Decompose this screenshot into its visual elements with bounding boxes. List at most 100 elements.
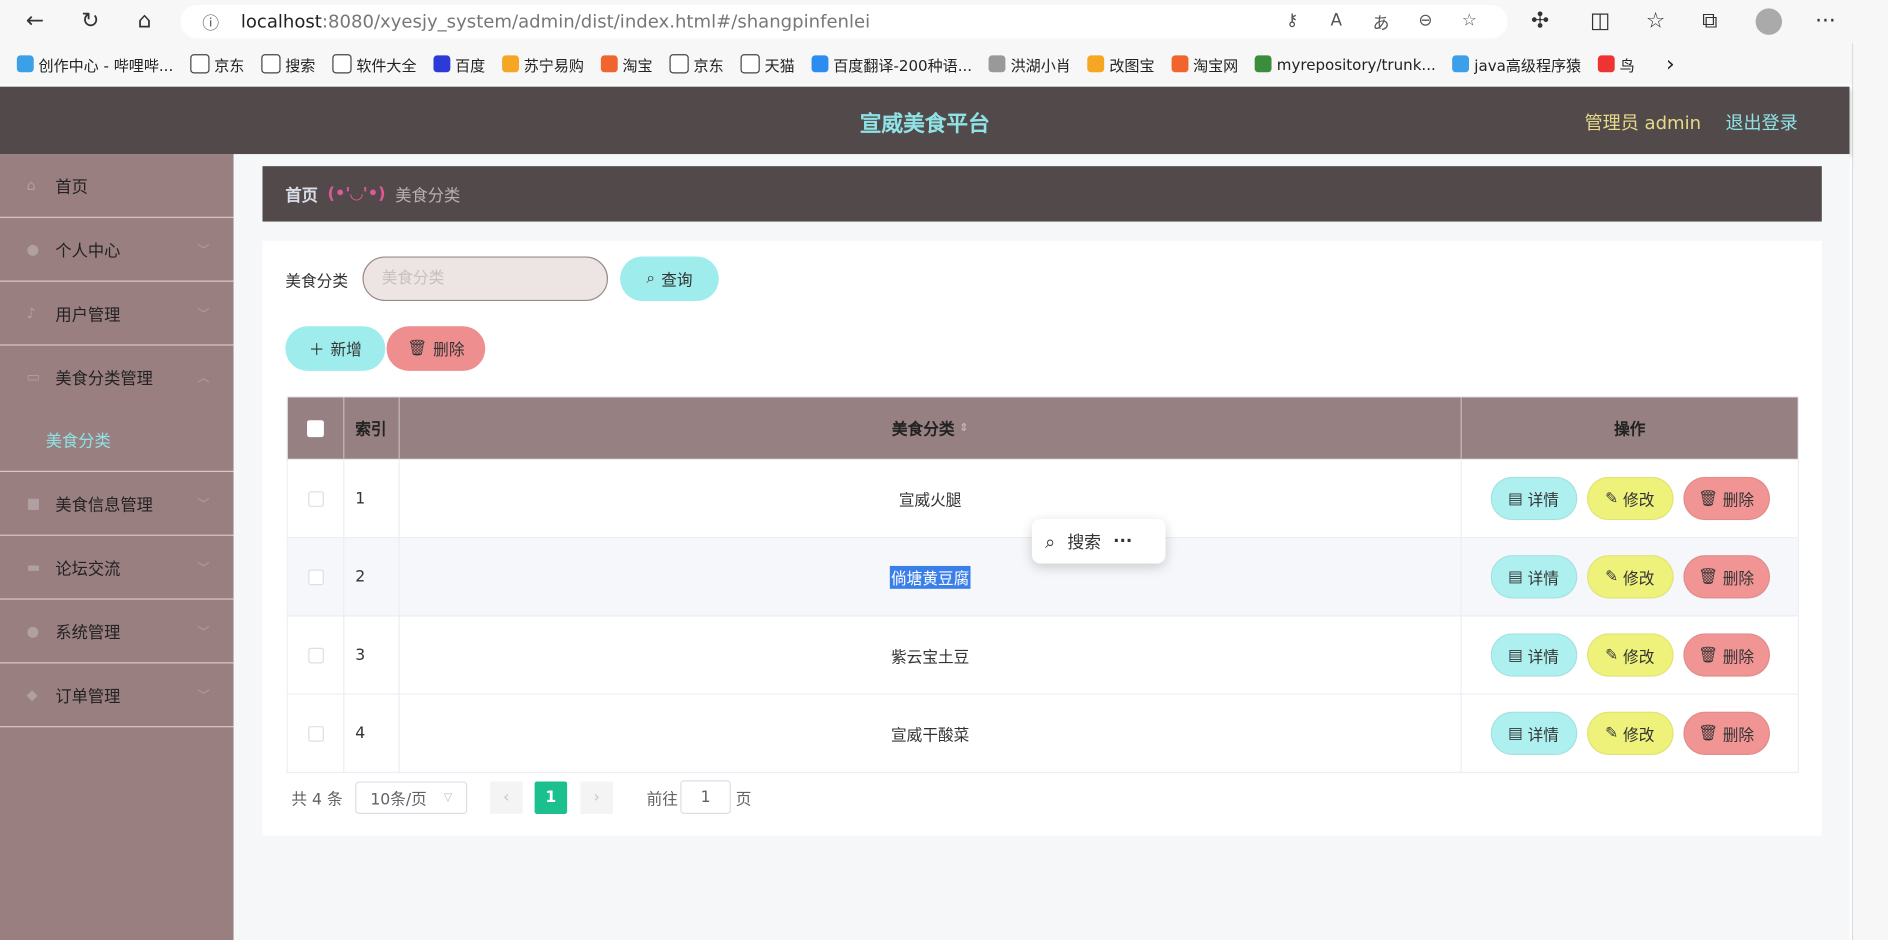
next-page-button[interactable]: ›	[580, 781, 613, 814]
batch-delete-button[interactable]: 🗑 删除	[386, 326, 486, 371]
edit-button[interactable]: ✎ 修改	[1586, 633, 1674, 677]
page-1-button[interactable]: 1	[534, 781, 568, 814]
zoom-icon[interactable]: ⊖	[1418, 11, 1432, 30]
bookmark-label: 苏宁易购	[523, 55, 584, 75]
trash-icon: 🗑	[1698, 489, 1718, 508]
logout-link[interactable]: 退出登录	[1725, 110, 1797, 135]
sidebar-item[interactable]: ▭ 美食分类管理 ︿	[0, 346, 234, 409]
delete-button[interactable]: 🗑 删除	[1682, 711, 1770, 755]
user-icon: ●	[26, 622, 40, 640]
bookmark[interactable]: 百度	[433, 52, 485, 75]
bookmark[interactable]: 京东	[190, 52, 244, 75]
profile-avatar[interactable]	[1755, 8, 1783, 35]
more-icon[interactable]: ···	[1113, 532, 1132, 551]
edit-button[interactable]: ✎ 修改	[1586, 555, 1674, 599]
favorite-icon[interactable]: ☆	[1462, 11, 1477, 30]
row-index: 2	[344, 538, 400, 616]
sidebar-item[interactable]: ▬ 论坛交流 ﹀	[0, 536, 234, 600]
bookmark[interactable]: java高级程序猿	[1452, 52, 1581, 75]
bookmark[interactable]: 鸟	[1597, 52, 1635, 75]
table-row: 3 紫云宝土豆 ▤ 详情 ✎ 修改 🗑 删除	[287, 616, 1798, 695]
bookmark[interactable]: 苏宁易购	[502, 52, 584, 75]
sidebar-item[interactable]: ♪ 用户管理 ﹀	[0, 282, 234, 346]
sidebar-item-label: 系统管理	[55, 623, 121, 643]
sidebar-item-label: 订单管理	[55, 687, 121, 707]
header-name[interactable]: 美食分类 ⇕	[400, 397, 1462, 459]
home-icon[interactable]: ⌂	[129, 7, 160, 36]
page-suffix: 页	[735, 791, 752, 810]
sidebar-item[interactable]: ● 个人中心 ﹀	[0, 218, 234, 282]
popup-search[interactable]: 搜索	[1067, 529, 1101, 553]
sidebar-subitem-active[interactable]: 美食分类	[0, 408, 234, 473]
sidebar-item-label: 个人中心	[55, 242, 121, 262]
select-all-checkbox[interactable]	[307, 419, 324, 437]
document-icon: ▤	[1507, 724, 1523, 743]
document-icon: ▤	[1507, 645, 1523, 665]
detail-button[interactable]: ▤ 详情	[1490, 555, 1577, 599]
back-icon[interactable]: ←	[19, 7, 50, 36]
goto-page-input[interactable]: 1	[680, 780, 731, 814]
bookmark[interactable]: myrepository/trunk...	[1255, 55, 1436, 73]
row-checkbox[interactable]	[307, 647, 324, 663]
search-icon[interactable]: ⌕	[1045, 530, 1055, 552]
add-label: 新增	[330, 341, 362, 361]
bookmark[interactable]: 改图宝	[1087, 52, 1155, 75]
sidebar-item[interactable]: ■ 美食信息管理 ﹀	[0, 472, 234, 536]
bookmark-icon	[190, 54, 210, 74]
bookmarks-bar: 创作中心 - 哔哩哔... 京东 搜索 软件大全 百度 苏宁易购 淘宝 京东 天猫 百度翻译-20…	[0, 43, 1855, 85]
chevron-down-icon: ﹀	[197, 498, 210, 512]
row-checkbox[interactable]	[307, 568, 324, 585]
chevron-down-icon: ﹀	[197, 244, 210, 258]
bookmark[interactable]: 京东	[669, 52, 724, 75]
edit-button[interactable]: ✎ 修改	[1586, 476, 1674, 521]
bookmark[interactable]: 百度翻译-200种语...	[811, 52, 972, 75]
shield-icon: ◆	[26, 686, 38, 704]
page-size-select[interactable]: 10条/页 ▽	[355, 781, 468, 814]
extensions-icon[interactable]: ✣	[1524, 7, 1555, 36]
edit-button[interactable]: ✎ 修改	[1586, 711, 1674, 755]
bookmark-icon	[600, 55, 618, 73]
row-checkbox[interactable]	[307, 725, 324, 742]
detail-button[interactable]: ▤ 详情	[1490, 711, 1577, 755]
info-icon: ⓘ	[202, 14, 220, 34]
key-icon[interactable]: ⚷	[1286, 11, 1298, 30]
chevron-up-icon: ︿	[197, 372, 210, 386]
bookmark-label: 淘宝	[622, 55, 653, 75]
prev-page-button[interactable]: ‹	[490, 781, 523, 814]
bookmarks-overflow-icon[interactable]: ›	[1666, 51, 1675, 76]
address-bar[interactable]: ⓘ localhost:8080/xyesjy_system/admin/dis…	[180, 4, 1508, 39]
search-input[interactable]: 美食分类	[362, 256, 609, 302]
delete-button[interactable]: 🗑 删除	[1682, 476, 1770, 521]
delete-button[interactable]: 🗑 删除	[1682, 633, 1770, 677]
more-icon[interactable]: ···	[1810, 7, 1841, 36]
bookmark[interactable]: 软件大全	[332, 52, 417, 75]
detail-button[interactable]: ▤ 详情	[1490, 633, 1577, 677]
add-button[interactable]: ＋新增	[285, 326, 386, 371]
bookmark-label: 搜索	[285, 55, 316, 75]
bookmark[interactable]: 淘宝	[600, 52, 653, 75]
bookmark[interactable]: 创作中心 - 哔哩哔...	[16, 52, 173, 75]
bookmark-label: 淘宝网	[1193, 55, 1239, 75]
bookmark[interactable]: 天猫	[740, 52, 795, 75]
favorites-icon[interactable]: ☆	[1640, 7, 1671, 36]
trash-icon: 🗑	[1698, 567, 1718, 586]
detail-button[interactable]: ▤ 详情	[1490, 476, 1577, 521]
breadcrumb-home[interactable]: 首页	[285, 182, 318, 206]
split-screen-icon[interactable]: ◫	[1585, 7, 1616, 36]
breadcrumb-current: 美食分类	[395, 186, 461, 206]
delete-button[interactable]: 🗑 删除	[1682, 555, 1770, 599]
bookmark[interactable]: 搜索	[261, 52, 315, 75]
refresh-icon[interactable]: ↻	[75, 7, 106, 36]
bookmark[interactable]: 洪湖小肖	[988, 52, 1071, 75]
bookmark[interactable]: 淘宝网	[1171, 52, 1238, 75]
sidebar-item[interactable]: ⌂ 首页	[0, 154, 234, 218]
collections-icon[interactable]: ⧉	[1694, 7, 1725, 36]
row-checkbox[interactable]	[307, 490, 324, 507]
read-aloud-icon[interactable]: A	[1331, 11, 1343, 30]
sidebar-item[interactable]: ◆ 订单管理 ﹀	[0, 663, 234, 728]
sort-icon[interactable]: ⇕	[959, 422, 968, 434]
bookmark-icon	[502, 55, 519, 73]
translate-icon[interactable]: あ	[1373, 11, 1390, 35]
sidebar-item[interactable]: ● 系统管理 ﹀	[0, 600, 234, 664]
query-button[interactable]: ⌕ 查询	[620, 256, 719, 302]
